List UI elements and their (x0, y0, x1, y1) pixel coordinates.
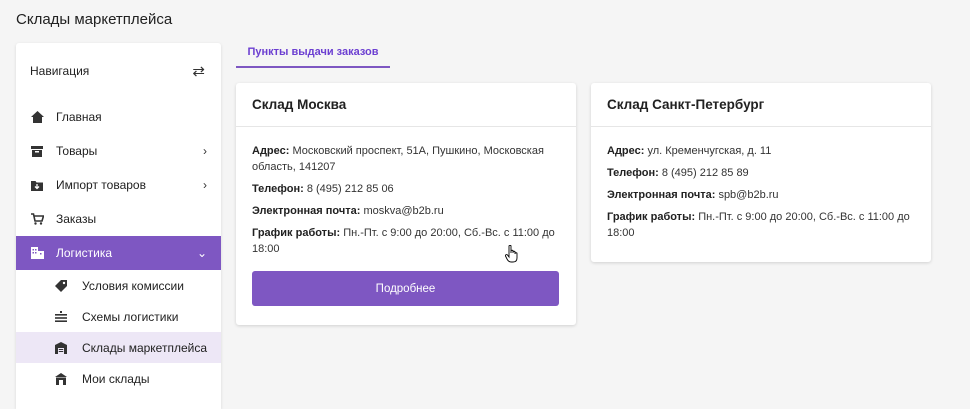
sidebar-item-label: Товары (56, 144, 98, 158)
cart-icon (30, 212, 44, 226)
address-value: ул. Кременчугская, д. 11 (647, 145, 772, 157)
hand-cursor-icon (504, 244, 519, 268)
sidebar-subitem-schemes[interactable]: Схемы логистики (16, 301, 221, 332)
address-row: Адрес: ул. Кременчугская, д. 11 (607, 143, 915, 159)
phone-row: Телефон: 8 (495) 212 85 06 (252, 181, 560, 197)
warehouse-card-spb: Склад Санкт-Петербург Адрес: ул. Кременч… (591, 83, 931, 262)
email-label: Электронная почта: (607, 189, 716, 201)
sidebar-item-label: Главная (56, 110, 102, 124)
sidebar-item-label: Логистика (56, 246, 113, 260)
sidebar: Навигация ⇄ Главная Товары › Импорт това… (16, 43, 221, 409)
store-icon (54, 372, 68, 386)
details-button[interactable]: Подробнее (252, 271, 559, 306)
nav-header: Навигация ⇄ (16, 43, 221, 99)
sidebar-item-logistics[interactable]: Логистика ⌄ (16, 236, 221, 270)
sidebar-item-label: Заказы (56, 212, 97, 226)
swap-icon[interactable]: ⇄ (192, 62, 205, 80)
card-body: Адрес: ул. Кременчугская, д. 11 Телефон:… (591, 127, 931, 241)
chevron-right-icon: › (203, 144, 207, 158)
sidebar-item-import[interactable]: Импорт товаров › (16, 168, 221, 202)
address-label: Адрес: (252, 145, 290, 157)
email-value: moskva@b2b.ru (363, 205, 444, 217)
sidebar-item-orders[interactable]: Заказы (16, 202, 221, 236)
sidebar-subitem-my-warehouses[interactable]: Мои склады (16, 363, 221, 394)
email-row: Электронная почта: spb@b2b.ru (607, 187, 915, 203)
sidebar-subitem-commission[interactable]: Условия комиссии (16, 270, 221, 301)
address-label: Адрес: (607, 145, 645, 157)
hours-label: График работы: (252, 227, 341, 239)
chevron-right-icon: › (203, 178, 207, 192)
address-value: Московский проспект, 51А, Пушкино, Моско… (252, 145, 544, 173)
address-row: Адрес: Московский проспект, 51А, Пушкино… (252, 143, 560, 175)
sidebar-subitem-label: Условия комиссии (82, 278, 184, 293)
warehouse-card-moscow: Склад Москва Адрес: Московский проспект,… (236, 83, 576, 325)
card-body: Адрес: Московский проспект, 51А, Пушкино… (236, 127, 576, 306)
nav-header-label: Навигация (30, 64, 90, 78)
sidebar-item-home[interactable]: Главная (16, 100, 221, 134)
email-label: Электронная почта: (252, 205, 361, 217)
sidebar-subitem-label: Схемы логистики (82, 309, 179, 324)
import-icon (30, 178, 44, 192)
home-icon (30, 110, 44, 124)
phone-label: Телефон: (607, 167, 659, 179)
list-icon (54, 310, 68, 324)
sidebar-subitem-label: Мои склады (82, 371, 150, 386)
page-title: Склады маркетплейса (16, 11, 173, 28)
phone-row: Телефон: 8 (495) 212 85 89 (607, 165, 915, 181)
hours-row: График работы: Пн.-Пт. с 9:00 до 20:00, … (607, 209, 915, 241)
building-icon (30, 246, 44, 260)
card-title: Склад Москва (236, 83, 576, 127)
box-icon (30, 144, 44, 158)
warehouse-icon (54, 341, 68, 355)
chevron-down-icon: ⌄ (196, 246, 207, 260)
email-row: Электронная почта: moskva@b2b.ru (252, 203, 560, 219)
sidebar-item-products[interactable]: Товары › (16, 134, 221, 168)
phone-value: 8 (495) 212 85 06 (306, 183, 394, 195)
sidebar-item-label: Импорт товаров (56, 178, 146, 192)
tab-pickup-points[interactable]: Пункты выдачи заказов (236, 42, 390, 68)
phone-label: Телефон: (252, 183, 304, 195)
nav-list: Главная Товары › Импорт товаров › Заказы (16, 100, 221, 394)
email-value: spb@b2b.ru (718, 189, 779, 201)
sidebar-subitem-marketplace-warehouses[interactable]: Склады маркетплейса (16, 332, 221, 363)
card-title: Склад Санкт-Петербург (591, 83, 931, 127)
hours-label: График работы: (607, 211, 696, 223)
tag-icon (54, 279, 68, 293)
sidebar-subitem-label: Склады маркетплейса (82, 340, 207, 355)
phone-value: 8 (495) 212 85 89 (661, 167, 749, 179)
